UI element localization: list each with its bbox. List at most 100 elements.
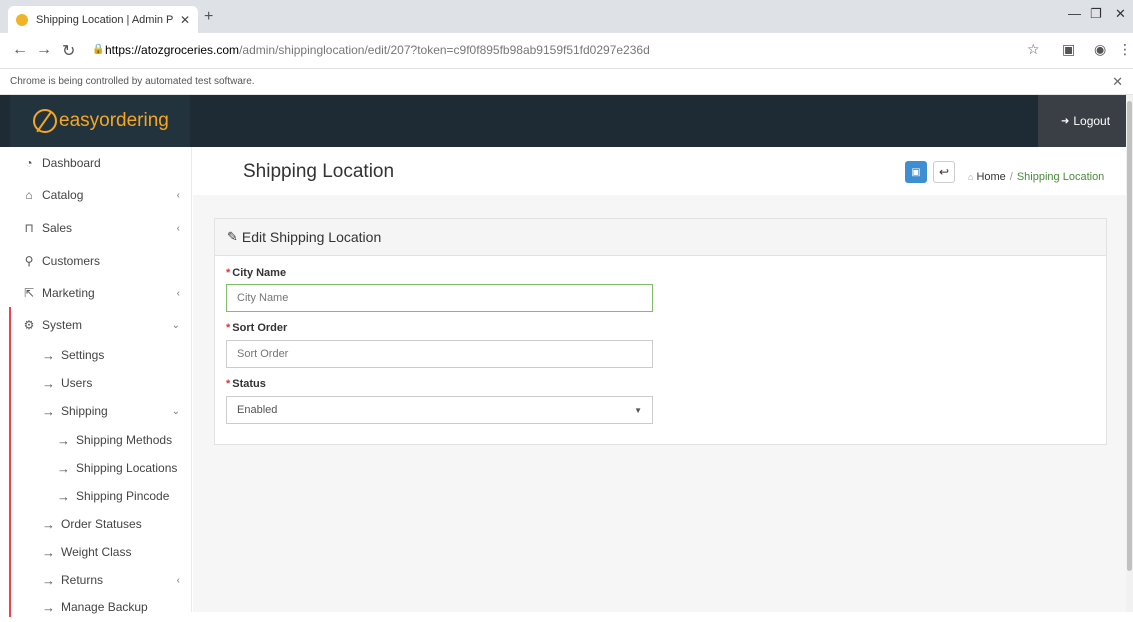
sidebar-item-label: System [42,318,83,332]
arrow-right-icon: → [42,516,55,532]
sidebar-subitem-shipping-pincode[interactable]: → Shipping Pincode [0,481,192,511]
status-label: * Status [226,378,266,390]
tag-icon: ⌂ [25,188,33,202]
required-marker: * [226,322,231,334]
edit-panel: ✎ Edit Shipping Location *City Name *Sor… [214,218,1107,445]
home-icon: ⌂ [968,172,974,182]
reload-icon[interactable]: ↻ [62,41,75,61]
sidebar-subitem-returns[interactable]: → Returns ‹ [0,565,192,595]
sidebar-item-label: Catalog [42,188,84,202]
sidebar-item-system[interactable]: ⚙ System ⌄ [0,310,192,340]
sidebar-item-label: Customers [42,254,101,268]
page-header: Shipping Location ▣ ↩ ⌂ Home / Shipping Loc… [193,147,1126,195]
sidebar-subitem-label: Shipping Locations [76,461,178,475]
browser-tab[interactable]: Shipping Location | Admin Panel ✕ [8,6,198,33]
arrow-right-icon: → [42,544,55,560]
sidebar-subitem-label: Order Statuses [61,517,142,531]
tab-title: Shipping Location | Admin Panel [36,13,174,26]
status-label-text: Status [232,378,266,390]
back-button[interactable]: ↩ [933,161,955,183]
bookmark-star-icon[interactable]: ☆ [1027,41,1040,58]
dashboard-icon: ◔ [25,156,33,170]
lock-icon: 🔒 [92,44,105,55]
user-icon: ⚲ [24,254,34,268]
page-scrollbar[interactable] [1126,95,1133,612]
dropdown-caret-icon: ▼ [634,405,642,415]
chevron-left-icon: ‹ [176,222,180,234]
new-tab-icon[interactable]: + [204,8,213,26]
sidebar-subitem-shipping[interactable]: → Shipping ⌄ [0,396,192,426]
browser-tab-bar: Shipping Location | Admin Panel ✕ + — ❐ … [0,0,1133,33]
address-bar: ← → ↻ 🔒 https://atozgroceries.com/admin/… [0,33,1133,69]
arrow-right-icon: → [42,572,55,588]
pencil-icon: ✎ [227,229,238,244]
minimize-icon[interactable]: — [1068,6,1081,21]
logo[interactable]: easyordering [10,95,190,147]
arrow-right-icon: → [42,347,55,363]
extension-icon[interactable]: ▣ [1062,41,1075,58]
save-button[interactable]: ▣ [905,161,927,183]
chevron-down-icon: ⌄ [171,405,180,417]
url-path: /admin/shippinglocation/edit/207?token=c… [239,43,650,57]
sidebar-subitem-label: Settings [61,348,105,362]
sidebar-item-label: Sales [42,221,73,235]
city-name-label: * City Name [226,267,286,279]
sidebar-subitem-label: Returns [61,573,104,587]
logout-label: Logout [1073,114,1111,128]
page-title: Shipping Location [243,161,395,182]
arrow-right-icon: → [57,488,70,504]
cart-icon: ⊓ [24,221,34,235]
back-icon[interactable]: ← [12,41,28,59]
sidebar-subitem-users[interactable]: → Users [0,368,192,398]
breadcrumb: ⌂ Home / Shipping Location [968,171,1104,183]
status-select[interactable]: Enabled ▼ [226,396,653,424]
profile-icon[interactable]: ◉ [1094,41,1106,58]
forward-icon[interactable]: → [36,41,52,59]
menu-dots-icon[interactable]: ⋮ [1118,41,1132,58]
sidebar-subitem-label: Shipping Pincode [76,489,170,503]
sidebar-subitem-shipping-locations[interactable]: → Shipping Locations [0,453,192,483]
logout-button[interactable]: ➜ Logout [1038,95,1133,147]
maximize-icon[interactable]: ❐ [1090,6,1102,22]
panel-heading-text: Edit Shipping Location [241,229,382,245]
url-field[interactable]: https://atozgroceries.com/admin/shipping… [105,43,650,57]
sidebar-item-dashboard[interactable]: ◔ Dashboard [0,148,192,178]
arrow-right-icon: → [42,375,55,391]
save-icon: ▣ [911,166,921,178]
sidebar-subitem-order-statuses[interactable]: → Order Statuses [0,509,192,539]
sort-order-label-text: Sort Order [232,322,288,334]
close-tab-icon[interactable]: ✕ [180,13,190,27]
logout-icon: ➜ [1060,115,1070,127]
sidebar-subitem-label: Weight Class [61,545,132,559]
scrollbar-thumb[interactable] [1127,101,1132,571]
required-marker: * [226,378,231,390]
city-name-input[interactable] [226,284,653,312]
sidebar-item-marketing[interactable]: ⇱ Marketing ‹ [0,278,192,308]
main-content: Shipping Location ▣ ↩ ⌂ Home / Shipping Loc… [193,147,1126,612]
close-window-icon[interactable]: ✕ [1115,6,1126,22]
chevron-left-icon: ‹ [176,574,180,586]
sidebar-subitem-shipping-methods[interactable]: → Shipping Methods [0,425,192,455]
sidebar-subitem-label: Shipping [61,404,108,418]
arrow-right-icon: → [42,599,55,615]
sidebar-subitem-settings[interactable]: → Settings [0,340,192,370]
breadcrumb-current[interactable]: Shipping Location [1017,171,1104,183]
share-icon: ⇱ [23,286,35,300]
sidebar-item-catalog[interactable]: ⌂ Catalog ‹ [0,180,192,210]
chevron-down-icon: ⌄ [171,319,180,331]
chevron-left-icon: ‹ [176,189,180,201]
favicon-icon [16,13,28,26]
breadcrumb-home[interactable]: Home [976,171,1005,183]
sidebar-item-sales[interactable]: ⊓ Sales ‹ [0,213,192,243]
close-infobar-icon[interactable]: ✕ [1112,74,1123,90]
url-host: https://atozgroceries.com [105,43,240,57]
app-header: easyordering ➜ Logout [0,95,1133,147]
sidebar-subitem-weight-class[interactable]: → Weight Class [0,537,192,567]
sidebar-item-customers[interactable]: ⚲ Customers [0,246,192,276]
sidebar-item-label: Marketing [42,286,95,300]
sort-order-input[interactable] [226,340,653,368]
sidebar-subitem-label: Shipping Methods [76,433,173,447]
sidebar-subitem-manage-backup[interactable]: → Manage Backup [0,592,192,622]
status-selected-value: Enabled [237,404,278,416]
breadcrumb-separator: / [1009,171,1013,183]
